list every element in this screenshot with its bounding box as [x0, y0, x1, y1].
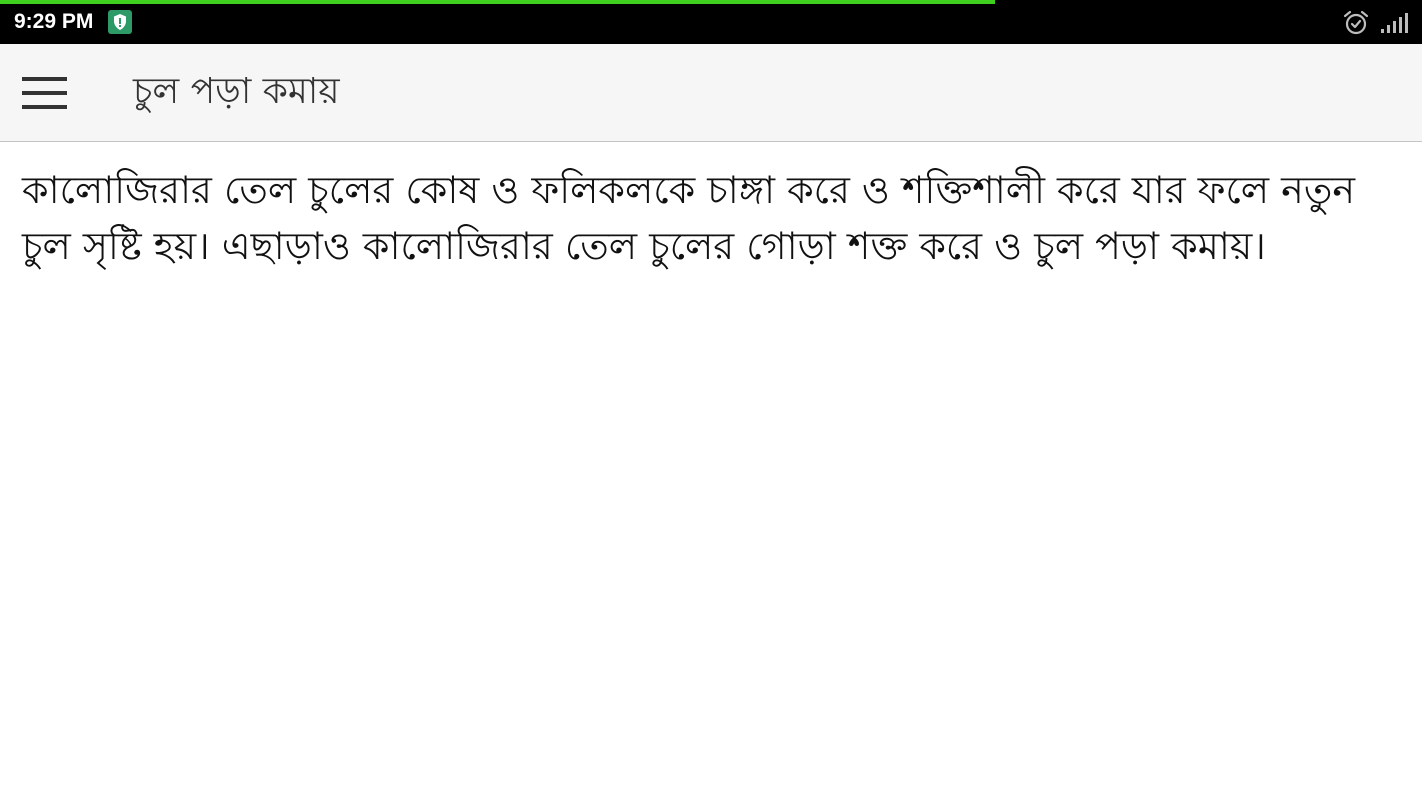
menu-line [22, 105, 67, 109]
app-bar: চুল পড়া কমায় [0, 44, 1422, 142]
alarm-clock-icon [1343, 10, 1369, 35]
article-body: কালোজিরার তেল চুলের কোষ ও ফলিকলকে চাঙ্গা… [22, 168, 1356, 268]
menu-line [22, 91, 67, 95]
page-title: চুল পড়া কমায় [133, 71, 340, 112]
shield-icon [108, 10, 132, 34]
status-time: 9:29 PM [14, 10, 94, 33]
hamburger-menu-icon[interactable] [14, 66, 74, 120]
status-bar: 9:29 PM [0, 0, 1422, 44]
cell-signal-icon [1381, 13, 1408, 33]
menu-line [22, 77, 67, 81]
loading-progress-bar [0, 0, 995, 4]
